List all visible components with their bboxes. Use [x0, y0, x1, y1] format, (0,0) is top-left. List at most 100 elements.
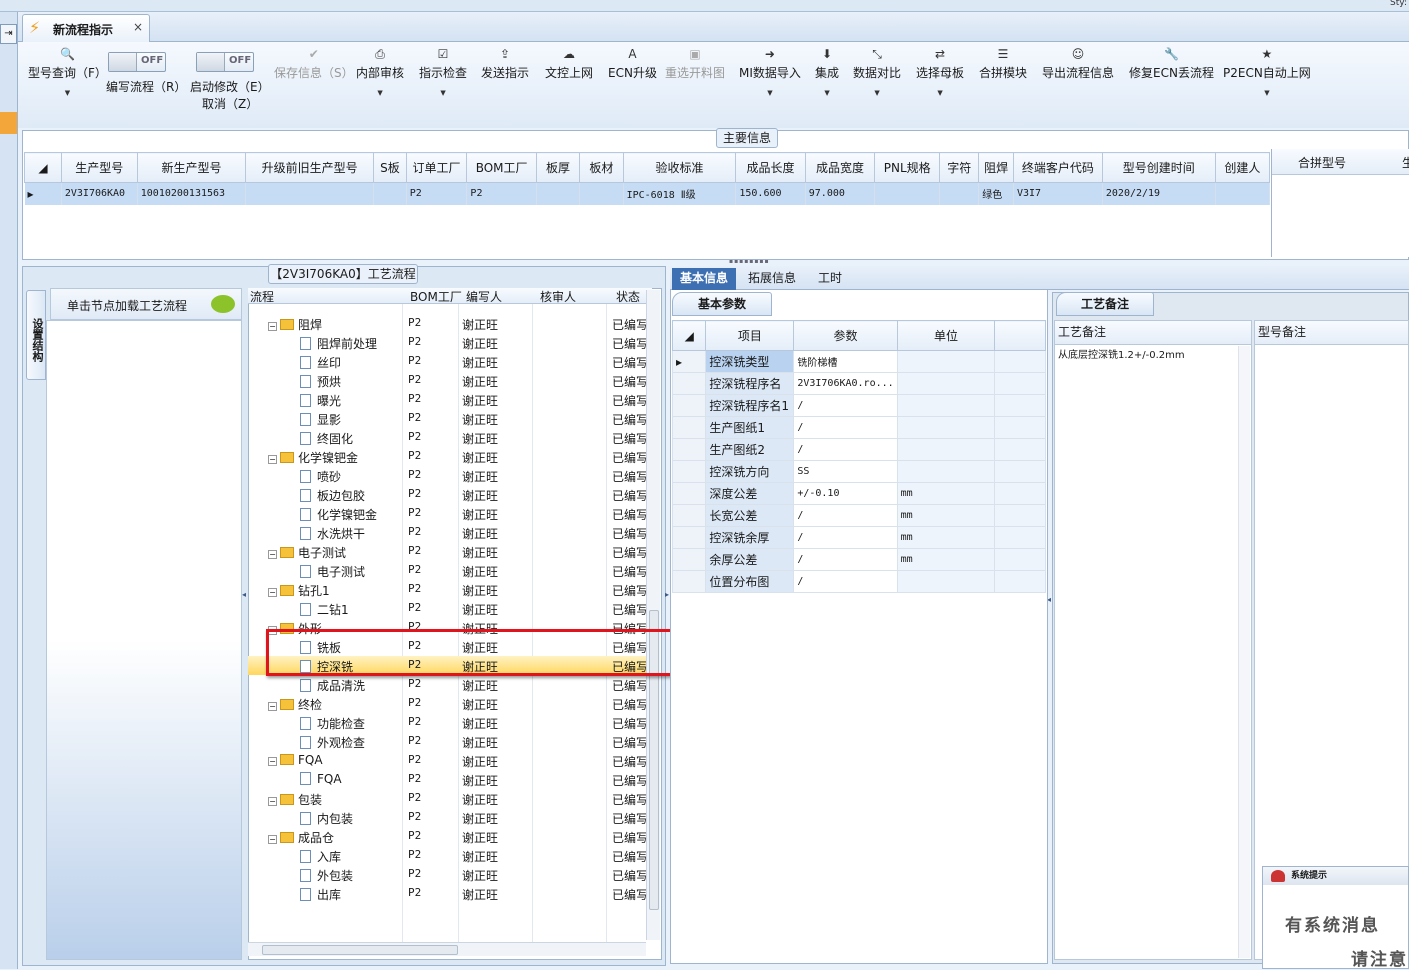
row-indicator[interactable]	[671, 394, 707, 417]
main-col-13[interactable]: 阻焊	[978, 152, 1014, 183]
param-row[interactable]: 控深铣程序名1/	[671, 394, 1046, 417]
main-cell-10[interactable]: 97.000	[805, 182, 876, 205]
tree-row[interactable]: 成品清洗 P2 谢正旺 已编写	[248, 675, 648, 694]
param-unit[interactable]	[896, 350, 996, 373]
collapse-icon[interactable]: −	[268, 757, 277, 766]
param-unit[interactable]: mm	[896, 482, 996, 505]
row-indicator[interactable]	[671, 438, 707, 461]
col-flow[interactable]: 流程	[250, 288, 274, 305]
merge-module-button[interactable]: ☰ 合拼模块	[979, 46, 1027, 81]
tree-row[interactable]: 内包装 P2 谢正旺 已编写	[248, 808, 648, 827]
row-indicator[interactable]	[671, 504, 707, 527]
collapse-icon[interactable]: −	[268, 322, 277, 331]
exit-icon[interactable]: ⇥	[0, 24, 17, 44]
start-modify-toggle[interactable]: OFF	[196, 52, 254, 72]
tree-node[interactable]: 入库	[300, 848, 341, 865]
param-row[interactable]: 生产图纸2/	[671, 438, 1046, 461]
param-value[interactable]: /	[793, 570, 898, 593]
tree-row[interactable]: 显影 P2 谢正旺 已编写	[248, 409, 648, 428]
tree-row[interactable]: 曝光 P2 谢正旺 已编写	[248, 390, 648, 409]
collapse-icon[interactable]: −	[268, 835, 277, 844]
tree-row[interactable]: 外包装 P2 谢正旺 已编写	[248, 865, 648, 884]
splitter-arrow-icon[interactable]: ▸	[665, 590, 669, 606]
param-row[interactable]: 控深铣程序名 2V3I706KA0.ro...	[671, 372, 1046, 395]
col-status[interactable]: 状态	[616, 288, 640, 305]
tree-row[interactable]: 出库 P2 谢正旺 已编写	[248, 884, 648, 903]
chevron-down-icon[interactable]: ▼	[815, 89, 839, 97]
main-cell-0[interactable]: 2V3I706KA0	[61, 182, 138, 205]
data-compare-button[interactable]: ⤡ 数据对比 ▼	[853, 46, 901, 97]
param-item[interactable]: 控深铣方向	[705, 460, 795, 483]
main-cell-1[interactable]: 10010200131563	[137, 182, 247, 205]
basic-params-tab[interactable]: 基本参数	[672, 292, 772, 316]
param-row[interactable]: 深度公差 +/-0.10 mm	[671, 482, 1046, 505]
send-instruction-button[interactable]: ⇪ 发送指示	[481, 46, 529, 81]
chevron-down-icon[interactable]: ▼	[853, 89, 901, 97]
col-param[interactable]: 参数	[793, 320, 898, 351]
tree-row[interactable]: 电子测试 P2 谢正旺 已编写	[248, 561, 648, 580]
tree-node[interactable]: 化学镍钯金	[300, 506, 377, 523]
tab-work-hours[interactable]: 工时	[810, 268, 850, 290]
tree-node[interactable]: 电子测试	[300, 563, 365, 580]
row-indicator[interactable]: ▸	[671, 350, 707, 373]
param-item[interactable]: 控深铣程序名	[705, 372, 795, 395]
internal-review-button[interactable]: ⎙ 内部审核 ▼	[356, 46, 404, 97]
tree-horizontal-scrollbar[interactable]	[248, 942, 646, 956]
main-col-3[interactable]: S板	[373, 152, 407, 183]
param-value[interactable]: /	[793, 548, 898, 571]
tree-vertical-scrollbar[interactable]	[646, 290, 660, 940]
tree-node[interactable]: FQA	[300, 772, 342, 786]
tree-row[interactable]: − FQA P2 谢正旺 已编写	[248, 751, 648, 770]
param-unit[interactable]	[896, 460, 996, 483]
main-cell-14[interactable]: V3I7	[1013, 182, 1103, 205]
tree-node[interactable]: 外观检查	[300, 734, 365, 751]
param-unit[interactable]: mm	[896, 504, 996, 527]
param-value[interactable]: /	[793, 504, 898, 527]
tree-row[interactable]: − 成品仓 P2 谢正旺 已编写	[248, 827, 648, 846]
chevron-down-icon[interactable]: ▼	[1223, 89, 1311, 97]
param-item[interactable]: 控深铣余厚	[705, 526, 795, 549]
param-row[interactable]: 余厚公差 / mm	[671, 548, 1046, 571]
write-flow-toggle[interactable]: OFF	[108, 52, 166, 72]
main-cell-5[interactable]: P2	[466, 182, 537, 205]
tree-node[interactable]: 阻焊前处理	[300, 335, 377, 352]
tree-row[interactable]: 板边包胶 P2 谢正旺 已编写	[248, 485, 648, 504]
tree-node[interactable]: 水洗烘干	[300, 525, 365, 542]
main-col-16[interactable]: 创建人	[1214, 152, 1271, 183]
main-cell-8[interactable]: IPC-6018 Ⅱ级	[623, 182, 737, 205]
param-item[interactable]: 长宽公差	[705, 504, 795, 527]
col-reviewer[interactable]: 核审人	[540, 288, 576, 305]
instruction-check-button[interactable]: ☑ 指示检查 ▼	[419, 46, 467, 97]
tree-row[interactable]: − 终检 P2 谢正旺 已编写	[248, 694, 648, 713]
chevron-down-icon[interactable]: ▼	[28, 89, 107, 97]
main-cell-12[interactable]	[939, 182, 980, 205]
param-row[interactable]: 生产图纸1/	[671, 416, 1046, 439]
splitter-handle[interactable]: ▪▪▪▪▪▪▪▪	[729, 258, 769, 265]
param-row[interactable]: 位置分布图 /	[671, 570, 1046, 593]
tree-node[interactable]: − 阻焊	[268, 316, 322, 333]
notes-scrollbar[interactable]	[1238, 346, 1250, 958]
param-item[interactable]: 控深铣类型	[705, 350, 795, 373]
col-item[interactable]: 项目	[705, 320, 795, 351]
main-cell-3[interactable]	[373, 182, 407, 205]
tree-node[interactable]: 喷砂	[300, 468, 341, 485]
doc-upload-button[interactable]: ☁ 文控上网	[545, 46, 593, 81]
system-message-popup[interactable]: 系统提示 有系统消息 请注意	[1262, 866, 1409, 970]
main-col-7[interactable]: 板材	[579, 152, 624, 183]
ecn-upgrade-button[interactable]: A ECN升级	[608, 46, 657, 81]
main-col-15[interactable]: 型号创建时间	[1101, 152, 1216, 183]
tree-row[interactable]: 二钻1 P2 谢正旺 已编写	[248, 599, 648, 618]
tab-basic-info[interactable]: 基本信息	[672, 268, 737, 290]
param-value[interactable]: +/-0.10	[793, 482, 898, 505]
tree-row[interactable]: − 阻焊 P2 谢正旺 已编写	[248, 314, 648, 333]
tree-node[interactable]: 预烘	[300, 373, 341, 390]
tree-row[interactable]: 喷砂 P2 谢正旺 已编写	[248, 466, 648, 485]
main-col-4[interactable]: 订单工厂	[405, 152, 468, 183]
tree-node[interactable]: − 包装	[268, 791, 322, 808]
tree-node[interactable]: 丝印	[300, 354, 341, 371]
collapse-icon[interactable]: −	[268, 455, 277, 464]
chevron-down-icon[interactable]: ▼	[916, 89, 964, 97]
main-col-10[interactable]: 成品宽度	[804, 152, 876, 183]
main-col-2[interactable]: 升级前旧生产型号	[245, 152, 375, 183]
row-indicator[interactable]	[671, 416, 707, 439]
